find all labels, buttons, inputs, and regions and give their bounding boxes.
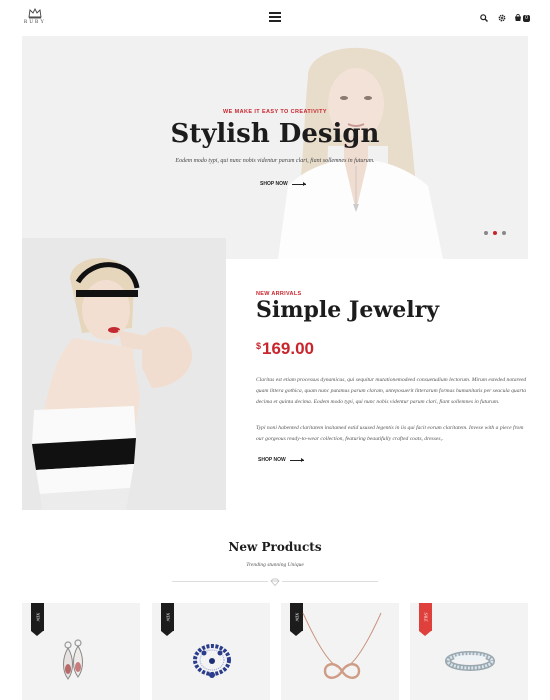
feature-shop-now-label: SHOP NOW	[258, 457, 286, 463]
cart-count-badge: 0	[523, 14, 530, 22]
header-actions: 0	[478, 11, 530, 25]
product-card-3[interactable]: NEW	[281, 603, 399, 700]
feature-title: Simple Jewelry	[256, 297, 439, 323]
hero-subtitle: Eodem modo typi, qui nunc nobis videntur…	[175, 158, 375, 164]
feature-description-1: Claritas est etiam processus dynamicus, …	[256, 377, 527, 405]
menu-icon[interactable]	[269, 12, 281, 22]
settings-icon[interactable]	[496, 12, 508, 24]
cart-icon[interactable]: 0	[514, 12, 530, 24]
product-card-1[interactable]: NEW	[22, 603, 140, 700]
hero-kicker: WE MAKE IT EASY TO CREATIVITY	[223, 109, 327, 115]
slider-dot-3[interactable]	[502, 231, 506, 235]
brand-logo[interactable]: RUBY	[22, 8, 48, 32]
diamond-ring-image	[445, 651, 495, 671]
hero-title: Stylish Design	[170, 119, 380, 149]
site-header: RUBY 0	[0, 0, 550, 36]
infinity-necklace-image	[302, 612, 382, 679]
crown-logo-icon	[28, 8, 42, 19]
feature-shop-now-link[interactable]: SHOP NOW	[258, 457, 304, 463]
feature-model-image	[22, 238, 226, 510]
price-currency: $	[256, 341, 262, 351]
hero-shop-now-link[interactable]: SHOP NOW	[260, 181, 306, 187]
section-title: New Products	[228, 540, 322, 554]
arrow-right-icon	[289, 457, 304, 462]
diamond-icon	[268, 576, 282, 588]
product-card-2[interactable]: NEW	[152, 603, 270, 700]
section-subtitle: Trending stunning Unique	[246, 562, 304, 568]
arrow-right-icon	[291, 181, 306, 186]
hero-shop-now-label: SHOP NOW	[260, 181, 288, 187]
brand-name: RUBY	[24, 20, 46, 25]
slider-dot-2[interactable]	[493, 231, 497, 235]
price-value: 169.00	[262, 339, 315, 358]
slider-pagination	[484, 231, 506, 235]
drop-earrings-image	[63, 639, 83, 680]
search-icon[interactable]	[478, 12, 490, 24]
slider-dot-1[interactable]	[484, 231, 488, 235]
sapphire-set-image	[193, 644, 231, 678]
feature-description-2: Typi noni habented claritatem insitamed …	[256, 425, 524, 442]
product-card-4[interactable]: SALE	[410, 603, 528, 700]
hero-slider: WE MAKE IT EASY TO CREATIVITY Stylish De…	[22, 36, 528, 259]
feature-price: $169.00	[256, 339, 314, 359]
